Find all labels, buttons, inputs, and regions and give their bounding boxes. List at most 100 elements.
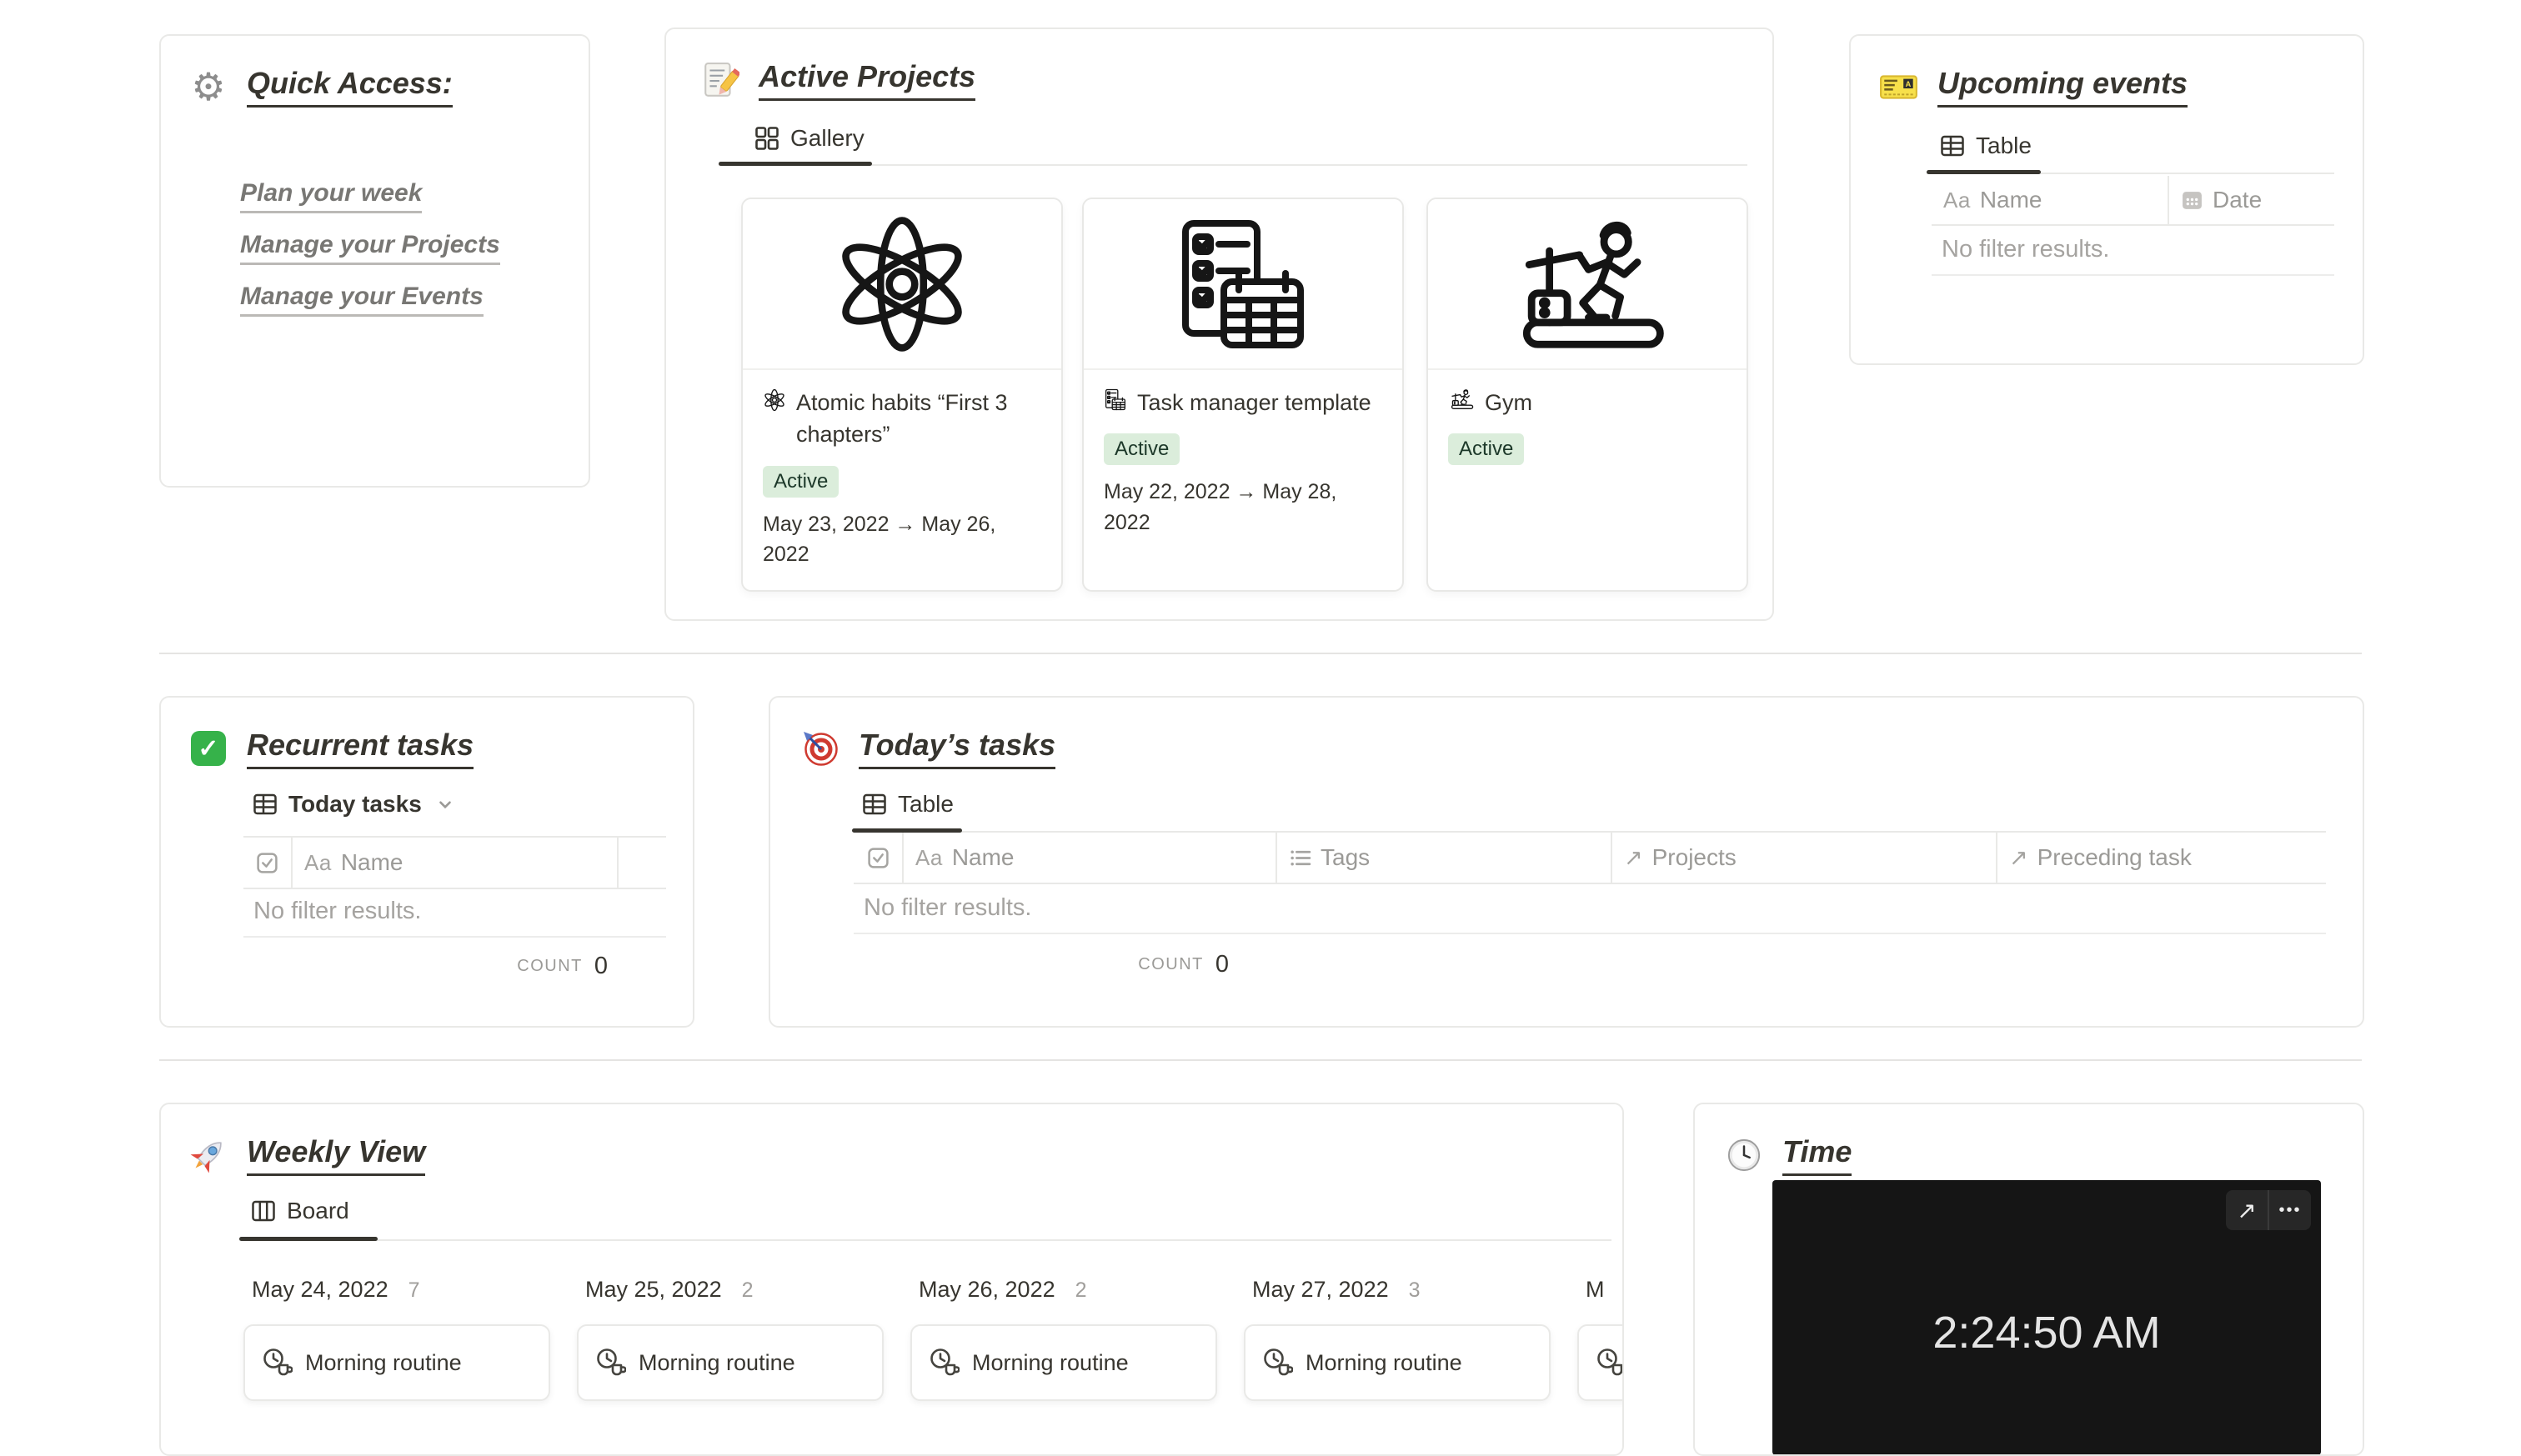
project-card-title: Task manager template bbox=[1137, 390, 1371, 415]
clock-cup-icon bbox=[929, 1348, 960, 1378]
board-column-may-24: May 24, 2022 7 Morning routine bbox=[243, 1277, 550, 1401]
board-column-count: 2 bbox=[1075, 1278, 1087, 1302]
column-header-checkbox[interactable] bbox=[854, 833, 904, 883]
project-card-gym[interactable]: Gym Active bbox=[1426, 198, 1748, 592]
tab-table[interactable]: Table bbox=[862, 791, 954, 818]
link-plan-your-week[interactable]: Plan your week bbox=[240, 179, 423, 213]
column-header-projects[interactable]: ↗ Projects bbox=[1612, 833, 1997, 883]
board-task-card[interactable]: Morning routine bbox=[1244, 1324, 1551, 1401]
table-tab-active-underline bbox=[1927, 170, 2041, 174]
board-column-clipped: M bbox=[1577, 1277, 1622, 1401]
column-header-checkbox[interactable] bbox=[243, 838, 293, 888]
clock-embed[interactable]: ↗ ••• 2:24:50 AM bbox=[1772, 1180, 2321, 1454]
todays-tasks-card: Today’s tasks Table Aa Name Tags ↗ Proje… bbox=[769, 696, 2364, 1028]
board-column-count: 2 bbox=[741, 1278, 754, 1302]
board-column-header[interactable]: May 24, 2022 7 bbox=[243, 1277, 550, 1303]
upcoming-events-table-header: Aa Name Date bbox=[1932, 176, 2334, 226]
open-in-new-icon: ↗ bbox=[2237, 1197, 2257, 1223]
link-manage-your-projects[interactable]: Manage your Projects bbox=[240, 231, 500, 265]
text-property-icon: Aa bbox=[304, 849, 332, 875]
board-task-label: Morning routine bbox=[1306, 1349, 1462, 1375]
more-options-icon: ••• bbox=[2278, 1200, 2302, 1219]
gallery-tab-bar bbox=[719, 164, 1747, 166]
project-card-dates: May 23, 2022 → May 26, 2022 bbox=[763, 512, 996, 566]
chevron-down-icon bbox=[436, 795, 454, 813]
weekly-view-title[interactable]: Weekly View bbox=[247, 1134, 426, 1176]
column-header-preceding-task[interactable]: ↗ Preceding task bbox=[1997, 833, 2326, 883]
count-row[interactable]: COUNT 0 bbox=[854, 951, 1229, 978]
board-icon bbox=[251, 1198, 276, 1223]
column-header-name[interactable]: Aa Name bbox=[293, 838, 619, 888]
column-label: Projects bbox=[1651, 844, 1737, 870]
board-column-header[interactable]: May 26, 2022 2 bbox=[910, 1277, 1217, 1303]
status-badge: Active bbox=[1448, 433, 1525, 466]
count-value: 0 bbox=[594, 953, 608, 979]
column-header-spacer bbox=[619, 838, 666, 888]
project-card-task-manager[interactable]: Task manager template Active May 22, 202… bbox=[1082, 198, 1404, 592]
tab-gallery[interactable]: Gallery bbox=[754, 125, 865, 152]
upcoming-events-title[interactable]: Upcoming events bbox=[1937, 66, 2188, 108]
column-label: Preceding task bbox=[2037, 844, 2192, 870]
project-card-atomic-habits[interactable]: Atomic habits “First 3 chapters” Active … bbox=[741, 198, 1063, 592]
gallery-grid-icon bbox=[754, 126, 779, 151]
board-task-label: Morning routine bbox=[639, 1349, 795, 1375]
column-header-name[interactable]: Aa Name bbox=[1932, 176, 2169, 224]
clock-cup-icon bbox=[595, 1348, 626, 1378]
board-task-card[interactable] bbox=[1577, 1324, 1622, 1401]
status-badge: Active bbox=[1104, 433, 1180, 466]
table-icon bbox=[1940, 133, 1965, 158]
section-divider bbox=[159, 653, 2362, 654]
board-task-card[interactable]: Morning routine bbox=[243, 1324, 550, 1401]
empty-results-row: No filter results. bbox=[243, 886, 666, 938]
empty-results-text: No filter results. bbox=[1942, 235, 2110, 263]
gear-emoji-icon: ⚙ bbox=[191, 65, 226, 108]
board-tab-active-underline bbox=[239, 1237, 378, 1241]
board-task-label: Morning routine bbox=[972, 1349, 1129, 1375]
column-header-tags[interactable]: Tags bbox=[1277, 833, 1612, 883]
gallery-tab-active-underline bbox=[719, 162, 872, 166]
board-column-header[interactable]: May 27, 2022 3 bbox=[1244, 1277, 1551, 1303]
board-column-header[interactable]: May 25, 2022 2 bbox=[577, 1277, 884, 1303]
view-switcher-label: Today tasks bbox=[288, 791, 422, 817]
more-options-button[interactable]: ••• bbox=[2268, 1190, 2311, 1230]
board-column-header[interactable]: M bbox=[1577, 1277, 1622, 1303]
check-emoji-icon: ✓ bbox=[188, 728, 228, 768]
empty-results-text: No filter results. bbox=[864, 893, 1032, 921]
svg-text:A: A bbox=[1906, 79, 1912, 88]
relation-arrow-icon: ↗ bbox=[2009, 844, 2028, 870]
quick-access-title[interactable]: Quick Access: bbox=[247, 66, 453, 108]
checkbox-icon bbox=[256, 852, 278, 874]
board-column-date: M bbox=[1586, 1277, 1605, 1302]
todays-tasks-title[interactable]: Today’s tasks bbox=[859, 728, 1056, 769]
active-projects-title[interactable]: Active Projects bbox=[759, 59, 976, 101]
board-column-may-25: May 25, 2022 2 Morning routine bbox=[577, 1277, 884, 1401]
board-column-may-27: May 27, 2022 3 Morning routine bbox=[1244, 1277, 1551, 1401]
upcoming-events-card: A Upcoming events Table Aa Name Date No … bbox=[1849, 34, 2364, 365]
embed-toolbar: ↗ ••• bbox=[2226, 1190, 2311, 1230]
atom-cover-image bbox=[743, 199, 1061, 370]
recurrent-tasks-title[interactable]: Recurrent tasks bbox=[247, 728, 474, 769]
tab-board[interactable]: Board bbox=[251, 1198, 349, 1224]
tab-table[interactable]: Table bbox=[1940, 133, 2032, 159]
board-column-count: 7 bbox=[408, 1278, 420, 1302]
open-in-new-button[interactable]: ↗ bbox=[2226, 1190, 2268, 1230]
board-column-date: May 25, 2022 bbox=[585, 1277, 722, 1302]
board-task-card[interactable]: Morning routine bbox=[577, 1324, 884, 1401]
column-header-date[interactable]: Date bbox=[2169, 176, 2334, 224]
table-icon bbox=[862, 792, 887, 817]
board-task-label: Morning routine bbox=[305, 1349, 462, 1375]
count-row[interactable]: COUNT 0 bbox=[243, 953, 608, 980]
text-property-icon: Aa bbox=[915, 844, 943, 870]
view-switcher-today-tasks[interactable]: Today tasks bbox=[253, 791, 454, 818]
link-manage-your-events[interactable]: Manage your Events bbox=[240, 283, 484, 317]
column-header-name[interactable]: Aa Name bbox=[904, 833, 1277, 883]
count-label: COUNT bbox=[517, 957, 583, 975]
clock-cup-icon bbox=[1262, 1348, 1293, 1378]
time-title[interactable]: Time bbox=[1782, 1134, 1852, 1176]
treadmill-icon bbox=[1448, 388, 1475, 410]
clock-cup-icon bbox=[262, 1348, 293, 1378]
status-badge: Active bbox=[763, 465, 839, 498]
board-task-card[interactable]: Morning routine bbox=[910, 1324, 1217, 1401]
active-projects-card: Active Projects Gallery Atomic habits “F… bbox=[664, 28, 1774, 621]
task-checklist-icon bbox=[1104, 388, 1127, 411]
